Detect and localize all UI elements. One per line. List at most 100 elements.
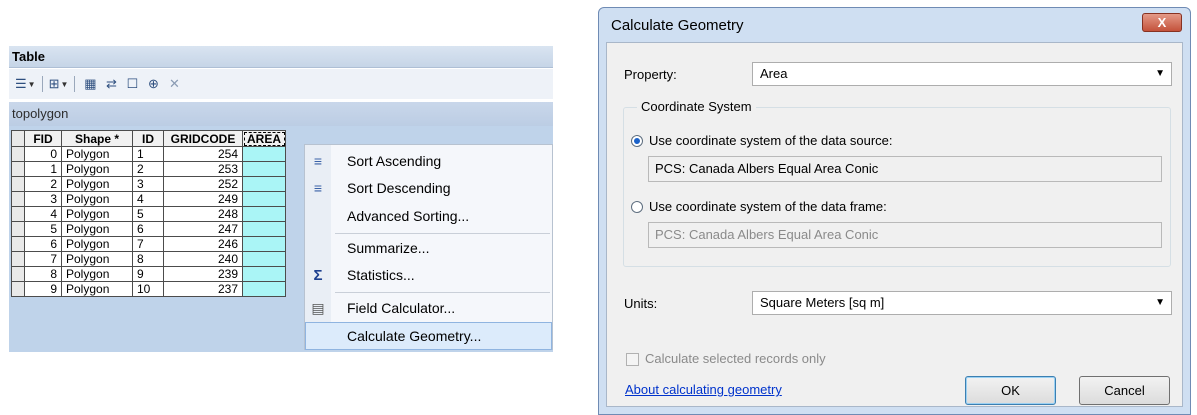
cell-shape[interactable]: Polygon	[61, 281, 133, 297]
cell-fid[interactable]: 3	[24, 191, 62, 207]
menu-item-field-calculator[interactable]: ▤ Field Calculator...	[305, 295, 552, 322]
cell-gridcode[interactable]: 248	[163, 206, 243, 222]
table-row[interactable]: 8 Polygon 9 239	[11, 266, 287, 282]
cell-gridcode[interactable]: 246	[163, 236, 243, 252]
clear-selection-icon[interactable]: ☐	[123, 74, 141, 94]
units-dropdown[interactable]: Square Meters [sq m] ▼	[752, 291, 1172, 315]
about-geometry-link[interactable]: About calculating geometry	[625, 382, 782, 397]
selected-only-checkbox[interactable]	[626, 353, 639, 366]
cell-fid[interactable]: 2	[24, 176, 62, 192]
table-tab-topolygon[interactable]: topolygon	[9, 102, 553, 126]
cell-gridcode[interactable]: 237	[163, 281, 243, 297]
row-selector[interactable]	[11, 176, 25, 192]
cell-gridcode[interactable]: 239	[163, 266, 243, 282]
row-selector[interactable]	[11, 266, 25, 282]
table-row[interactable]: 0 Polygon 1 254	[11, 146, 287, 162]
cell-area[interactable]	[241, 206, 287, 222]
radio-data-source[interactable]	[631, 135, 643, 147]
table-row[interactable]: 1 Polygon 2 253	[11, 161, 287, 177]
row-selector[interactable]	[11, 221, 25, 237]
cell-fid[interactable]: 5	[24, 221, 62, 237]
row-selector-header[interactable]	[11, 130, 25, 147]
table-options-icon[interactable]: ☰ ▼	[15, 74, 36, 94]
cell-id[interactable]: 1	[132, 146, 164, 162]
switch-selection-icon[interactable]: ⇄	[102, 74, 120, 94]
cell-area[interactable]	[241, 236, 287, 252]
cell-area[interactable]	[241, 281, 287, 297]
column-header-gridcode[interactable]: GRIDCODE	[163, 130, 243, 147]
cell-area[interactable]	[241, 191, 287, 207]
cell-fid[interactable]: 1	[24, 161, 62, 177]
cell-shape[interactable]: Polygon	[61, 221, 133, 237]
radio-data-frame-label[interactable]: Use coordinate system of the data frame:	[649, 199, 887, 214]
cell-gridcode[interactable]: 240	[163, 251, 243, 267]
cell-fid[interactable]: 9	[24, 281, 62, 297]
cell-id[interactable]: 5	[132, 206, 164, 222]
column-header-fid[interactable]: FID	[24, 130, 62, 147]
cell-fid[interactable]: 7	[24, 251, 62, 267]
menu-item-summarize[interactable]: Summarize...	[305, 235, 552, 262]
cell-shape[interactable]: Polygon	[61, 161, 133, 177]
cell-area[interactable]	[241, 176, 287, 192]
menu-item-calculate-geometry[interactable]: Calculate Geometry...	[305, 322, 552, 350]
table-row[interactable]: 6 Polygon 7 246	[11, 236, 287, 252]
row-selector[interactable]	[11, 251, 25, 267]
cell-id[interactable]: 3	[132, 176, 164, 192]
row-selector[interactable]	[11, 236, 25, 252]
cell-id[interactable]: 6	[132, 221, 164, 237]
radio-data-source-label[interactable]: Use coordinate system of the data source…	[649, 133, 893, 148]
table-row[interactable]: 9 Polygon 10 237	[11, 281, 287, 297]
cell-gridcode[interactable]: 247	[163, 221, 243, 237]
table-row[interactable]: 7 Polygon 8 240	[11, 251, 287, 267]
cell-gridcode[interactable]: 249	[163, 191, 243, 207]
table-row[interactable]: 5 Polygon 6 247	[11, 221, 287, 237]
row-selector[interactable]	[11, 206, 25, 222]
row-selector[interactable]	[11, 191, 25, 207]
delete-selected-icon[interactable]: ✕	[165, 74, 183, 94]
close-icon[interactable]: X	[1142, 13, 1182, 32]
cell-area[interactable]	[241, 251, 287, 267]
menu-item-advanced-sorting[interactable]: Advanced Sorting...	[305, 203, 552, 230]
related-tables-icon[interactable]: ⊞ ▼	[49, 74, 69, 94]
radio-data-frame[interactable]	[631, 201, 643, 213]
cell-fid[interactable]: 0	[24, 146, 62, 162]
cell-shape[interactable]: Polygon	[61, 206, 133, 222]
cell-shape[interactable]: Polygon	[61, 146, 133, 162]
select-by-attributes-icon[interactable]: ▦	[81, 74, 99, 94]
row-selector[interactable]	[11, 161, 25, 177]
cell-shape[interactable]: Polygon	[61, 176, 133, 192]
cell-shape[interactable]: Polygon	[61, 236, 133, 252]
cell-shape[interactable]: Polygon	[61, 266, 133, 282]
table-row[interactable]: 4 Polygon 5 248	[11, 206, 287, 222]
cell-id[interactable]: 7	[132, 236, 164, 252]
cell-area[interactable]	[241, 221, 287, 237]
zoom-to-selected-icon[interactable]: ⊕	[144, 74, 162, 94]
column-header-id[interactable]: ID	[132, 130, 164, 147]
cell-id[interactable]: 4	[132, 191, 164, 207]
cell-area[interactable]	[241, 266, 287, 282]
cell-fid[interactable]: 8	[24, 266, 62, 282]
cell-gridcode[interactable]: 252	[163, 176, 243, 192]
cell-shape[interactable]: Polygon	[61, 251, 133, 267]
cell-id[interactable]: 8	[132, 251, 164, 267]
row-selector[interactable]	[11, 146, 25, 162]
menu-item-sort-descending[interactable]: ≡ Sort Descending	[305, 175, 552, 202]
cell-shape[interactable]: Polygon	[61, 191, 133, 207]
ok-button[interactable]: OK	[965, 376, 1056, 405]
cell-id[interactable]: 9	[132, 266, 164, 282]
table-row[interactable]: 3 Polygon 4 249	[11, 191, 287, 207]
cell-fid[interactable]: 4	[24, 206, 62, 222]
menu-item-statistics[interactable]: Σ Statistics...	[305, 262, 552, 289]
cell-id[interactable]: 10	[132, 281, 164, 297]
column-header-area[interactable]: AREA	[241, 130, 287, 147]
row-selector[interactable]	[11, 281, 25, 297]
cell-area[interactable]	[241, 161, 287, 177]
cell-id[interactable]: 2	[132, 161, 164, 177]
table-row[interactable]: 2 Polygon 3 252	[11, 176, 287, 192]
cell-fid[interactable]: 6	[24, 236, 62, 252]
cancel-button[interactable]: Cancel	[1079, 376, 1170, 405]
cell-area[interactable]	[241, 146, 287, 162]
cell-gridcode[interactable]: 253	[163, 161, 243, 177]
property-dropdown[interactable]: Area ▼	[752, 62, 1172, 86]
column-header-shape[interactable]: Shape *	[61, 130, 133, 147]
